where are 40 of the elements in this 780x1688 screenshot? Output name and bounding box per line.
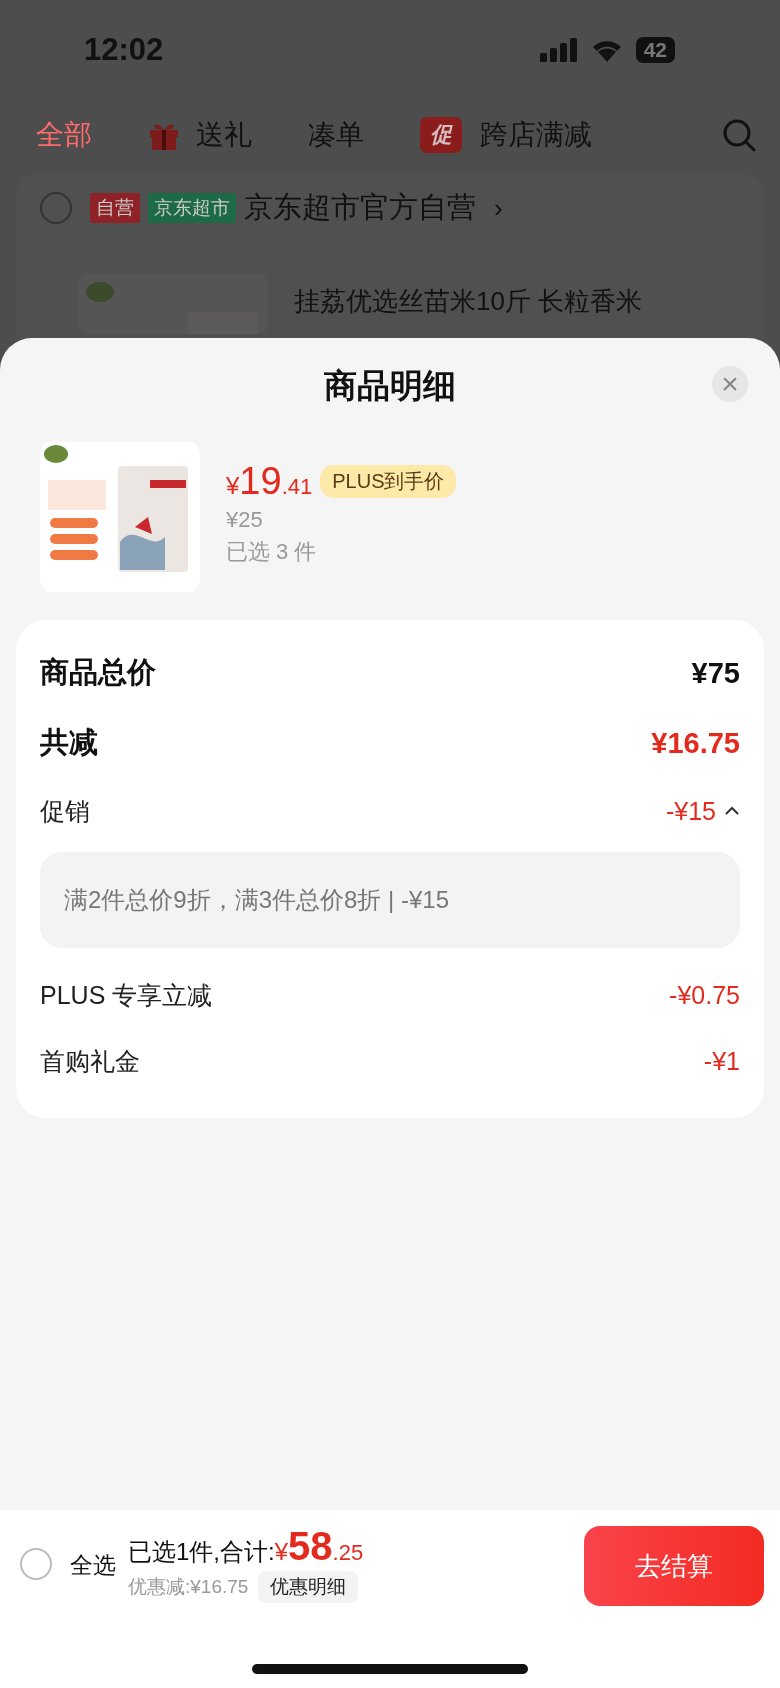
discount-detail-button[interactable]: 优惠明细 [258,1571,359,1603]
sheet-title: 商品明细 [324,365,456,406]
summary-label: 促销 [40,795,90,827]
price-tag: PLUS到手价 [320,465,457,498]
total-label: 已选1件,合计: [128,1537,275,1567]
status-time: 12:02 [84,32,164,68]
caret-icon[interactable] [724,806,740,816]
store-checkbox[interactable] [40,192,72,224]
summary-value: -¥1 [703,1046,740,1076]
product-title: 挂荔优选丝苗米10斤 长粒香米 [294,285,643,318]
checkout-button[interactable]: 去结算 [584,1526,764,1606]
filter-tab[interactable]: 送礼 [196,116,252,154]
chevron-icon: › [494,192,503,224]
filter-tab[interactable]: 跨店满减 [480,116,592,154]
summary-value: ¥75 [691,656,740,690]
select-all-label[interactable]: 全选 [70,1550,116,1581]
summary-value: -¥15 [665,796,716,826]
filter-tab[interactable]: 凑单 [308,116,364,154]
summary-value: -¥0.75 [669,980,740,1010]
promo-detail: 满2件总价9折，满3件总价8折 | -¥15 [40,852,740,948]
store-tag: 京东超市 [148,193,236,223]
summary-label: 首购礼金 [40,1045,140,1077]
saving-text: 优惠减:¥16.75 [128,1575,249,1599]
plus-price: ¥19.41 [226,460,313,503]
search-icon[interactable] [722,118,756,152]
store-name[interactable]: 京东超市官方自营 [244,188,476,228]
promo-badge: 促 [420,117,462,153]
store-tag: 自营 [90,193,140,223]
select-all-checkbox[interactable] [20,1548,52,1580]
summary-label: 共减 [40,725,98,760]
battery-icon: 42 [635,37,675,63]
selected-count: 已选 3 件 [226,538,318,566]
filter-tab[interactable]: 全部 [36,116,92,154]
original-price: ¥25 [226,507,264,533]
total-price: ¥58.25 [274,1524,364,1569]
summary-label: PLUS 专享立减 [40,979,213,1011]
summary-value: ¥16.75 [651,726,740,760]
signal-icon [539,38,578,62]
summary-label: 商品总价 [40,655,156,690]
close-button[interactable]: × [712,366,748,402]
